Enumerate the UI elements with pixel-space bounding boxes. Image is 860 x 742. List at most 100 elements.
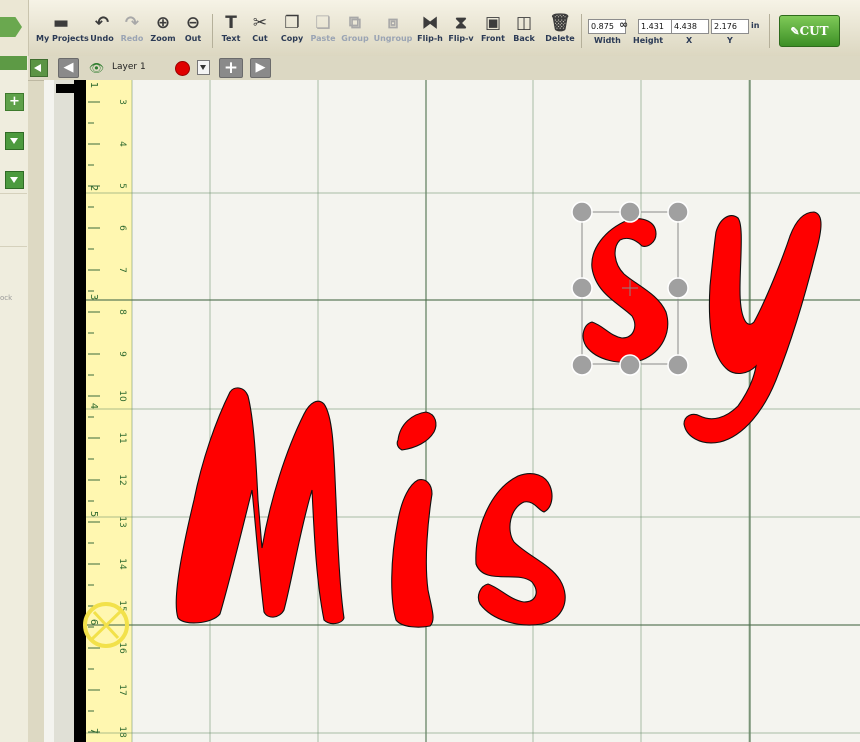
resize-handle-right[interactable] xyxy=(667,277,689,299)
ruler-label: 11 xyxy=(117,432,127,443)
my-projects-button[interactable]: ▬ My Projects xyxy=(36,12,89,50)
flip-vertical-button[interactable]: ⧗ Flip-v xyxy=(447,12,475,50)
ruler-black-bar xyxy=(74,80,86,742)
resize-handle-left[interactable] xyxy=(571,277,593,299)
delete-button[interactable]: 🗑 Delete xyxy=(543,12,577,50)
ruler-inch-label: 3 xyxy=(88,294,99,300)
letter-y-shape[interactable] xyxy=(683,211,822,444)
ruler-label: 9 xyxy=(117,351,127,357)
knife-icon: ✎ xyxy=(790,25,800,38)
group-icon: ⧉ xyxy=(348,13,362,33)
layer-color-dot[interactable] xyxy=(175,61,190,76)
dropdown-icon[interactable] xyxy=(5,171,24,189)
toolbar-separator xyxy=(212,14,213,48)
y-field[interactable]: 2.176 xyxy=(711,19,749,34)
ruler-inch-label: 5 xyxy=(88,511,99,517)
y-label: Y xyxy=(727,36,733,45)
zoom-in-icon: ⊕ xyxy=(155,13,171,33)
cut-tool-button[interactable]: ✂ Cut xyxy=(248,12,272,50)
toolbar: ▬ My Projects ↶ Undo ↷ Redo ⊕ Zoom ⊖ Out… xyxy=(0,0,860,57)
ruler-label: 8 xyxy=(117,309,127,315)
layer-name[interactable]: Layer 1 xyxy=(112,62,146,72)
resize-handle-bottom-right[interactable] xyxy=(667,354,689,376)
letter-i-stem-shape[interactable] xyxy=(391,479,434,628)
dropdown-icon[interactable] xyxy=(197,60,210,75)
resize-handle-bottom[interactable] xyxy=(619,354,641,376)
redo-icon: ↷ xyxy=(124,13,140,33)
undo-icon: ↶ xyxy=(94,13,110,33)
text-icon: T xyxy=(225,13,237,33)
flip-horizontal-icon: ⧓ xyxy=(421,13,439,33)
cutting-mat[interactable]: 3 4 5 6 7 8 9 10 11 12 13 14 15 16 17 18 1 2 3 4 5 6 7 xyxy=(44,80,860,742)
panel-divider xyxy=(0,193,27,194)
arrow-right-icon[interactable]: ▶ xyxy=(250,58,271,78)
eye-icon[interactable]: 👁 xyxy=(89,61,104,75)
ruler-inch-label: 1 xyxy=(88,82,99,88)
width-label: Width xyxy=(594,36,621,45)
panel-gutter xyxy=(28,56,44,742)
ruler-inch-label: 4 xyxy=(88,403,99,409)
toolbar-left-strip xyxy=(0,0,29,56)
paste-button[interactable]: ❏ Paste xyxy=(309,12,337,50)
send-back-button[interactable]: ◫ Back xyxy=(510,12,538,50)
folder-icon: ▬ xyxy=(52,13,70,33)
panel-header xyxy=(0,56,27,70)
ruler-black-cap xyxy=(56,84,86,93)
ungroup-button[interactable]: ⧈ Ungroup xyxy=(373,12,413,50)
send-back-icon: ◫ xyxy=(515,13,533,33)
plus-icon[interactable]: + xyxy=(5,93,24,111)
letter-i-dot-shape[interactable] xyxy=(396,411,437,451)
ruler-inch-label: 2 xyxy=(88,185,99,191)
layer-bar: ◀ 👁 Layer 1 + ▶ xyxy=(28,56,860,81)
arrow-right-icon[interactable] xyxy=(0,17,22,37)
zoom-button[interactable]: ⊕ Zoom xyxy=(149,12,177,50)
cut-button[interactable]: ✎CUT xyxy=(779,15,840,47)
redo-button[interactable]: ↷ Redo xyxy=(119,12,145,50)
toolbar-separator xyxy=(769,14,770,48)
flip-vertical-icon: ⧗ xyxy=(455,13,467,33)
flip-horizontal-button[interactable]: ⧓ Flip-h xyxy=(416,12,444,50)
toolbar-separator xyxy=(581,14,582,48)
paste-icon: ❏ xyxy=(315,13,331,33)
copy-button[interactable]: ❐ Copy xyxy=(278,12,306,50)
ruler-margin xyxy=(54,80,74,742)
resize-handle-top-left[interactable] xyxy=(571,201,593,223)
resize-handle-top[interactable] xyxy=(619,201,641,223)
ruler-label: 4 xyxy=(117,141,127,147)
letter-m-shape[interactable] xyxy=(175,387,345,625)
ruler-label: 10 xyxy=(117,390,127,402)
ruler-label: 12 xyxy=(117,474,127,485)
letter-s-selected-shape[interactable] xyxy=(582,218,669,363)
ruler-label: 7 xyxy=(117,267,127,273)
left-panel: + ock xyxy=(0,56,29,742)
ruler-label: 17 xyxy=(117,684,127,695)
chain-link-icon[interactable]: ∞ xyxy=(619,18,628,31)
zoom-out-button[interactable]: ⊖ Out xyxy=(180,12,206,50)
collapse-left-icon[interactable] xyxy=(30,59,48,77)
bring-front-button[interactable]: ▣ Front xyxy=(479,12,507,50)
add-layer-icon[interactable]: + xyxy=(219,58,243,78)
height-label: Height xyxy=(633,36,664,45)
arrow-left-icon[interactable]: ◀ xyxy=(58,58,79,78)
group-button[interactable]: ⧉ Group xyxy=(340,12,370,50)
canvas-svg[interactable]: 34567891011121314151617181234567 xyxy=(44,80,860,742)
copy-icon: ❐ xyxy=(284,13,300,33)
text-button[interactable]: T Text xyxy=(219,12,243,50)
shapes[interactable] xyxy=(175,211,822,628)
trash-icon: 🗑 xyxy=(549,13,571,33)
unit-label: in xyxy=(751,21,760,30)
letter-s-lower-shape[interactable] xyxy=(475,473,566,626)
zoom-out-icon: ⊖ xyxy=(185,13,201,33)
dropdown-icon[interactable] xyxy=(5,132,24,150)
x-label: X xyxy=(686,36,693,45)
resize-handle-bottom-left[interactable] xyxy=(571,354,593,376)
undo-button[interactable]: ↶ Undo xyxy=(89,12,115,50)
lock-label: ock xyxy=(0,294,13,302)
app-window: ▬ My Projects ↶ Undo ↷ Redo ⊕ Zoom ⊖ Out… xyxy=(0,0,860,742)
ruler-label: 5 xyxy=(117,183,127,189)
rotate-handle-top-right[interactable] xyxy=(667,201,689,223)
x-field[interactable]: 4.438 xyxy=(671,19,709,34)
ungroup-icon: ⧈ xyxy=(387,13,399,33)
ruler-inch-label: 6 xyxy=(88,619,99,625)
bring-front-icon: ▣ xyxy=(484,13,502,33)
